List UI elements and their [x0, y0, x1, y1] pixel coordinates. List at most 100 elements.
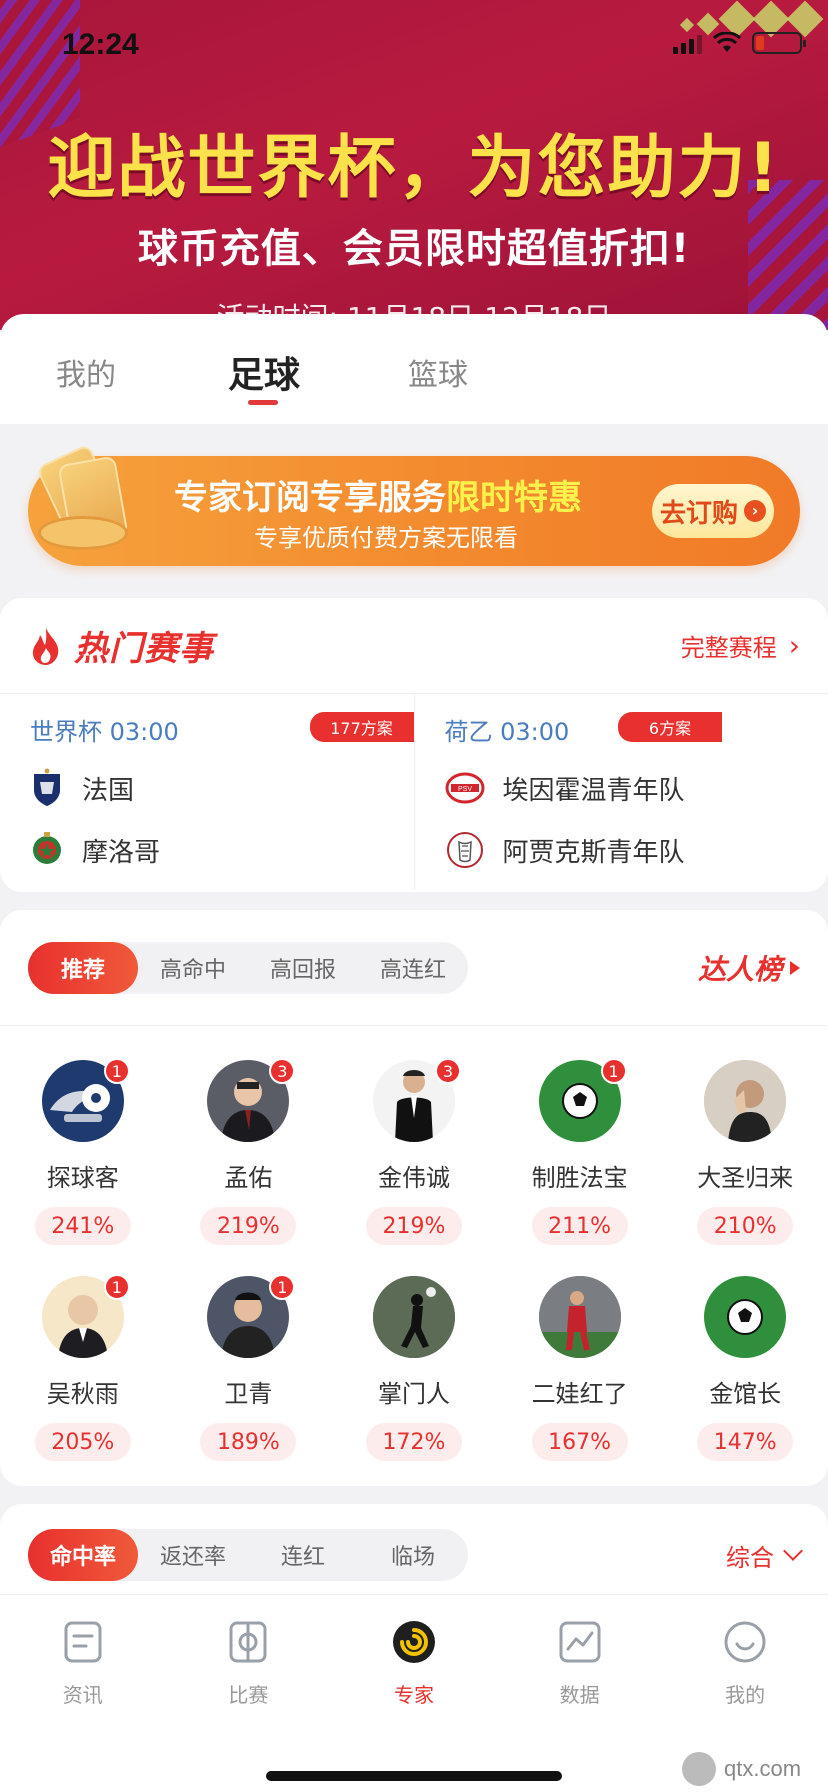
subscribe-button[interactable]: 去订购 › [652, 484, 774, 538]
promo-title: 专家订阅专享服务 [174, 478, 446, 518]
avatar: 1 [41, 1274, 130, 1358]
expert-name: 二娃红了 [531, 1380, 628, 1408]
filter-recommended[interactable]: 推荐 [28, 941, 138, 994]
overall-sort-dropdown[interactable]: 综合 [726, 1538, 803, 1573]
hot-matches-card: 热门赛事 完整赛程 › 世界杯 03:00 177方案 法国 摩洛哥 荷乙 03… [0, 598, 828, 892]
expert-item[interactable]: 1 制胜法宝 211% [497, 1058, 663, 1276]
tab-football[interactable]: 足球 [228, 314, 408, 405]
nav-profile[interactable]: 我的 [662, 1595, 828, 1735]
expert-name: 金伟诚 [377, 1164, 450, 1192]
expert-grid: 1 探球客 241% 3 孟佑 219% 3 金伟诚 219% 1 制胜法宝 2… [0, 1026, 828, 1492]
expert-name: 制胜法宝 [531, 1164, 628, 1192]
news-icon [64, 1621, 102, 1663]
avatar [372, 1276, 455, 1358]
expert-return-rate: 167% [531, 1423, 628, 1461]
avatar: 1 [41, 1058, 130, 1142]
watermark-logo-icon [682, 1752, 716, 1786]
notification-badge: 1 [269, 1274, 296, 1300]
hero-banner[interactable]: 12:24 迎战世界杯，为您助力! 球币充值、会员限时超值折扣! 活动时间: 1… [0, 0, 828, 330]
expert-return-rate: 211% [531, 1207, 628, 1245]
filter-high-streak[interactable]: 高连红 [358, 942, 468, 994]
tab-basketball[interactable]: 篮球 [408, 314, 588, 394]
arrow-right-icon: › [744, 500, 766, 522]
sort-return-rate[interactable]: 返还率 [138, 1529, 248, 1581]
expert-filter-pills: 推荐 高命中 高回报 高连红 [28, 941, 468, 994]
expert-item[interactable]: 1 卫青 189% [166, 1274, 332, 1492]
avatar [538, 1276, 621, 1358]
hero-subtitle: 球币充值、会员限时超值折扣! [137, 226, 691, 272]
full-schedule-link[interactable]: 完整赛程 › [681, 628, 800, 663]
expert-return-rate: 147% [697, 1423, 794, 1461]
nav-data[interactable]: 数据 [497, 1595, 663, 1735]
expert-item[interactable]: 3 孟佑 219% [166, 1058, 332, 1276]
home-indicator[interactable] [266, 1771, 562, 1781]
battery-icon [752, 32, 806, 54]
expert-item[interactable]: 二娃红了 167% [497, 1276, 663, 1492]
expert-return-rate: 172% [365, 1423, 462, 1461]
expert-item[interactable]: 3 金伟诚 219% [331, 1058, 497, 1276]
avatar: 3 [372, 1058, 461, 1142]
coin-stack-icon [24, 443, 134, 566]
home-team: 法国 [30, 767, 414, 809]
expert-item[interactable]: 1 吴秋雨 205% [0, 1274, 166, 1492]
sort-hit-rate[interactable]: 命中率 [28, 1529, 138, 1581]
match-icon [229, 1621, 267, 1663]
expert-return-rate: 219% [200, 1207, 297, 1245]
nav-news-label: 资讯 [62, 1683, 103, 1707]
watermark-text: qtx.com [724, 1756, 802, 1781]
overall-sort-label: 综合 [726, 1543, 774, 1572]
sort-live[interactable]: 临场 [358, 1529, 468, 1581]
decorative-diamonds [679, 0, 824, 38]
chevron-down-icon [783, 1541, 803, 1561]
top-tab-bar: 我的 足球 篮球 [0, 314, 828, 424]
expert-name: 金馆长 [709, 1380, 782, 1408]
app-screen: 12:24 迎战世界杯，为您助力! 球币充值、会员限时超值折扣! 活动时间: 1… [0, 0, 828, 1792]
notification-badge: 1 [103, 1058, 130, 1084]
filter-high-return[interactable]: 高回报 [248, 942, 358, 994]
plan-sort-pills: 命中率 返还率 连红 临场 [28, 1529, 468, 1581]
avatar: 1 [538, 1058, 627, 1142]
promo-subtitle: 专享优质付费方案无限看 [254, 524, 518, 552]
nav-expert[interactable]: 专家 [331, 1595, 497, 1735]
sort-streak[interactable]: 连红 [248, 1529, 358, 1581]
plans-count-badge: 6方案 [618, 712, 722, 742]
match-list: 世界杯 03:00 177方案 法国 摩洛哥 荷乙 03:00 6方案 PSV … [0, 694, 828, 890]
expert-item[interactable]: 金馆长 147% [662, 1276, 828, 1492]
player-silhouette-icon [372, 1276, 455, 1358]
expert-name: 卫青 [224, 1380, 273, 1408]
expert-item[interactable]: 掌门人 172% [331, 1276, 497, 1492]
promo-highlight: 限时特惠 [446, 478, 582, 518]
filter-high-hit[interactable]: 高命中 [138, 942, 248, 994]
away-team-name: 阿贾克斯青年队 [502, 837, 685, 868]
signal-icon [673, 35, 702, 54]
nav-expert-label: 专家 [393, 1683, 434, 1707]
expert-return-rate: 210% [697, 1207, 794, 1245]
hot-matches-header: 热门赛事 完整赛程 › [0, 598, 828, 694]
expert-item[interactable]: 1 探球客 241% [0, 1058, 166, 1276]
notification-badge: 3 [434, 1058, 461, 1084]
away-team-name: 摩洛哥 [82, 837, 161, 868]
notification-badge: 1 [600, 1058, 627, 1084]
match-card[interactable]: 世界杯 03:00 177方案 法国 摩洛哥 [0, 694, 414, 890]
expert-icon [392, 1621, 435, 1663]
expert-ranking-link[interactable]: 达人榜 [698, 948, 800, 988]
notification-badge: 1 [103, 1274, 130, 1300]
ajax-crest-icon [446, 832, 483, 868]
avatar [704, 1276, 787, 1358]
home-team-name: 法国 [82, 775, 135, 806]
svg-text:PSV: PSV [457, 786, 471, 793]
plans-count-badge: 177方案 [309, 712, 414, 742]
match-card[interactable]: 荷乙 03:00 6方案 PSV 埃因霍温青年队 阿贾克斯青年队 [413, 694, 828, 890]
nav-match[interactable]: 比赛 [166, 1595, 332, 1735]
expert-name: 孟佑 [224, 1164, 273, 1192]
site-watermark: qtx.com [668, 1746, 828, 1792]
subscription-promo-banner[interactable]: 专家订阅专享服务限时特惠 专享优质付费方案无限看 去订购 › [28, 443, 800, 566]
tab-mine[interactable]: 我的 [56, 314, 236, 394]
full-schedule-label: 完整赛程 [680, 634, 777, 662]
status-icons [673, 32, 806, 54]
expert-return-rate: 189% [200, 1423, 297, 1461]
expert-return-rate: 205% [34, 1423, 131, 1461]
soccer-ball-icon [704, 1276, 787, 1358]
expert-item[interactable]: 大圣归来 210% [662, 1060, 828, 1276]
nav-news[interactable]: 资讯 [0, 1595, 166, 1735]
